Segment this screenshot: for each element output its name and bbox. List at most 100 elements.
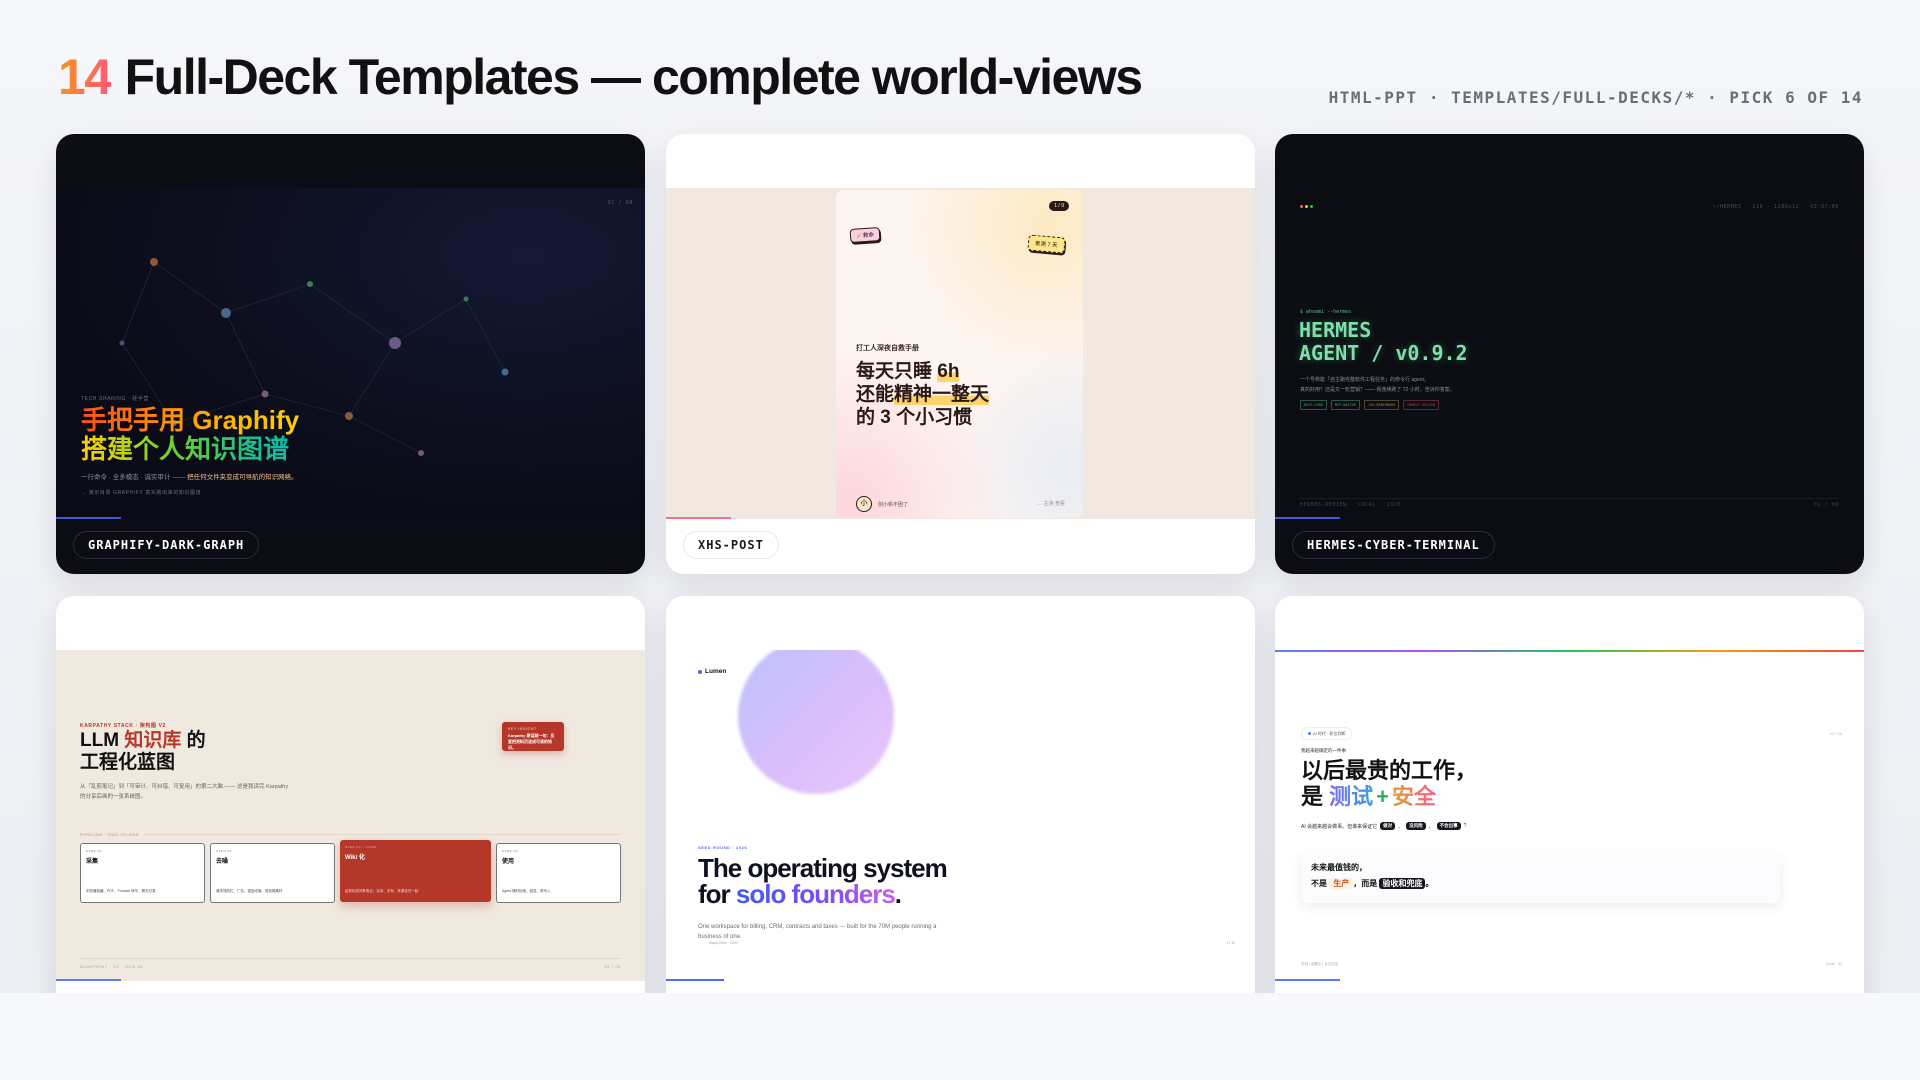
- line2-highlight: 精神一整天: [894, 384, 990, 405]
- template-card-lumen[interactable]: Lumen SEED ROUND · 2026 The operating sy…: [666, 596, 1255, 993]
- slide-footer: 内测 | 观察点 | 长文沉淀: [1301, 962, 1339, 966]
- graph-node: [307, 281, 313, 287]
- template-card-karpathy[interactable]: KARPATHY STACK · 架构图 V2 LLM 知识库 的 工程化蓝图 …: [56, 596, 645, 993]
- slide-progress-bar: [666, 517, 731, 519]
- slide-progress-bar: [56, 517, 121, 519]
- graph-node: [501, 368, 509, 376]
- graph-node: [345, 412, 353, 420]
- quote-part: ，而是: [1353, 879, 1380, 888]
- slide-subline: AI 会越来越会做事。但谁来保证它 做对、没风险、不会出事?: [1301, 822, 1466, 830]
- terminal-prompt: $ whoami --hermes: [1300, 309, 1352, 315]
- slide-progress-bar: [56, 979, 121, 981]
- slide-preview: 01 / 08 TECH SHARING · 硅手营 手把手用 Graphify…: [56, 188, 645, 519]
- brand-name: Lumen: [705, 668, 727, 675]
- breadcrumb: HTML-PPT · TEMPLATES/FULL-DECKS/* · PICK…: [1328, 88, 1863, 107]
- slide-page-number: 01 / 08: [607, 200, 633, 206]
- tag-badge: RUST-CORE: [1300, 400, 1327, 410]
- template-card-graphify[interactable]: 01 / 08 TECH SHARING · 硅手营 手把手用 Graphify…: [56, 134, 645, 574]
- title-part: 的: [181, 730, 206, 751]
- slide-desc: One workspace for billing, CRM, contract…: [698, 924, 937, 940]
- graph-edge: [153, 261, 227, 314]
- graph-node: [418, 450, 424, 456]
- pipeline-step: STEP 04 使用 Agent 随时检索、回答、再写入: [496, 843, 621, 903]
- step-number: STEP 01: [86, 849, 103, 853]
- slide-progress-bar: [1275, 517, 1340, 519]
- graph-node: [119, 340, 125, 346]
- graph-node: [150, 258, 158, 266]
- subline-text: AI 会越来越会做事。但谁来保证它: [1301, 823, 1378, 830]
- graph-edge: [348, 342, 396, 417]
- slide-kicker: SEED ROUND · 2026: [698, 845, 748, 850]
- knowledge-graph: [119, 258, 509, 456]
- author-name: 剑小帆不困了: [878, 502, 909, 508]
- slide-kicker: TECH SHARING · 硅手营: [81, 396, 150, 402]
- step-title: Wiki 化: [344, 855, 365, 861]
- sticker-right: 亲测 7 天: [1027, 234, 1066, 254]
- title-highlight: 知识库: [124, 730, 182, 751]
- pipeline-line: [144, 834, 621, 835]
- slide-page-number: 01 / 06: [1813, 502, 1839, 508]
- dot-green-icon: [1310, 205, 1313, 208]
- title-line1: 以后最贵的工作，: [1301, 758, 1478, 783]
- slide-title-line2: 搭建个人知识图谱: [81, 434, 290, 464]
- slide-title: The operating system for solo founders.: [698, 855, 948, 907]
- title-line2: 是 测试 + 安全: [1301, 784, 1477, 810]
- title-line2: 工程化蓝图: [80, 752, 176, 773]
- slide-page-number: 01 / 08: [604, 964, 621, 969]
- post-page-indicator: 1 / 9: [1049, 201, 1069, 211]
- slide-preview: ~/HERMES · 218 · 1280x12 · 03:37:06 $ wh…: [1275, 188, 1864, 519]
- slide-footnote: → 演示目录 GRAPHIFY 真实跑出来的知识图谱: [81, 490, 202, 496]
- insight-kicker: KEY INSIGHT: [508, 727, 537, 731]
- dark-tag: 不会出事: [1436, 822, 1461, 830]
- step-desc: 浏览器剪藏、PDF、Podcast 转写、聊天记录: [86, 889, 156, 893]
- page-title: 14 Full-Deck Templates — complete world-v…: [58, 48, 1143, 106]
- headline-line2: 还能精神一整天: [856, 383, 990, 406]
- quote-line1: 未来最值钱的，: [1311, 863, 1367, 872]
- step-desc: Agent 随时检索、回答、再写入: [502, 889, 551, 893]
- title-line1: HERMES: [1299, 318, 1372, 342]
- template-card-ai-testing[interactable]: AI 时代 · 职业判断 01 / 08 我越来越确定的一件事 以后最贵的工作，…: [1275, 596, 1864, 993]
- author-avatar: 小: [856, 496, 872, 512]
- graph-edge: [348, 415, 422, 454]
- template-card-xhs-post[interactable]: 1 / 9 🪄救命 亲测 7 天 打工人深夜自救手册 每天只睡 6h 还能精神一…: [666, 134, 1255, 574]
- slide-title-line1: 手把手用 Graphify: [81, 405, 300, 435]
- graph-node: [261, 390, 269, 398]
- question-mark: ?: [1463, 823, 1467, 829]
- pill-text: AI 时代 · 职业判断: [1313, 730, 1346, 736]
- pipeline-step: STEP 02 去噪 清洗导航栏、广告、重复段落、低信噪素材: [209, 843, 335, 903]
- separator: 、: [1398, 823, 1404, 830]
- slide-desc: 从「乱剪笔记」到「可审计、可纠错、可复用」的第二大脑 —— 这是我读完 Karp…: [80, 784, 289, 800]
- gradient-orb: [738, 650, 894, 794]
- headline-line3: 的 3 个小习惯: [856, 407, 973, 428]
- subtitle-highlight: 把任何文件夹变成可导航的知识网络。: [187, 474, 298, 481]
- pipeline-steps: STEP 01 采集 浏览器剪藏、PDF、Podcast 转写、聊天记录 STEP 0…: [80, 840, 621, 903]
- slide-page-number: 1 / 10: [1226, 941, 1235, 945]
- tag-badge: MCP-NATIVE: [1330, 400, 1361, 410]
- title-text: Full-Deck Templates — complete world-vie…: [124, 49, 1143, 105]
- template-count: 14: [58, 49, 112, 105]
- separator: 、: [1428, 823, 1434, 830]
- dot-yellow-icon: [1305, 205, 1308, 208]
- template-label: HERMES-CYBER-TERMINAL: [1292, 531, 1495, 559]
- title-highlight-security: 安全: [1392, 784, 1437, 809]
- title-highlight-testing: 测试: [1329, 784, 1374, 809]
- desc-line1: 一个号称能「自主跑完整软件工程任务」的命令行 agent。: [1300, 377, 1429, 383]
- graph-edge: [225, 283, 311, 314]
- title-part: 是: [1301, 784, 1330, 809]
- desc-line2: 真的好用？还是又一轮营销？—— 我连续跑了 72 小时，告诉你答案。: [1300, 387, 1455, 393]
- pipeline-step: STEP 01 采集 浏览器剪藏、PDF、Podcast 转写、聊天记录: [80, 843, 205, 903]
- slide-preview: KARPATHY STACK · 架构图 V2 LLM 知识库 的 工程化蓝图 …: [56, 650, 645, 981]
- step-title: 使用: [502, 859, 515, 865]
- insight-box: KEY INSIGHT Karpathy 原话就一句：反复把资料沉淀成可读的知识。: [502, 722, 564, 751]
- line1-highlight: 6h: [937, 361, 960, 382]
- line2-text: 还能: [856, 384, 895, 405]
- graph-edge: [394, 298, 467, 344]
- title-line2: for solo founders.: [698, 881, 947, 907]
- quote-part: 不是: [1311, 879, 1330, 888]
- tag-badge: 72H-BENCHMARK: [1364, 400, 1400, 410]
- graph-edge: [225, 312, 266, 395]
- template-card-hermes[interactable]: ~/HERMES · 218 · 1280x12 · 03:37:06 $ wh…: [1275, 134, 1864, 574]
- step-number: STEP 02: [215, 849, 233, 853]
- slide-subtitle: 一行命令 · 全多模态 · 诚实审计 —— 把任何文件夹变成可导航的知识网络。: [81, 471, 298, 481]
- brand-logo: Lumen: [698, 668, 726, 675]
